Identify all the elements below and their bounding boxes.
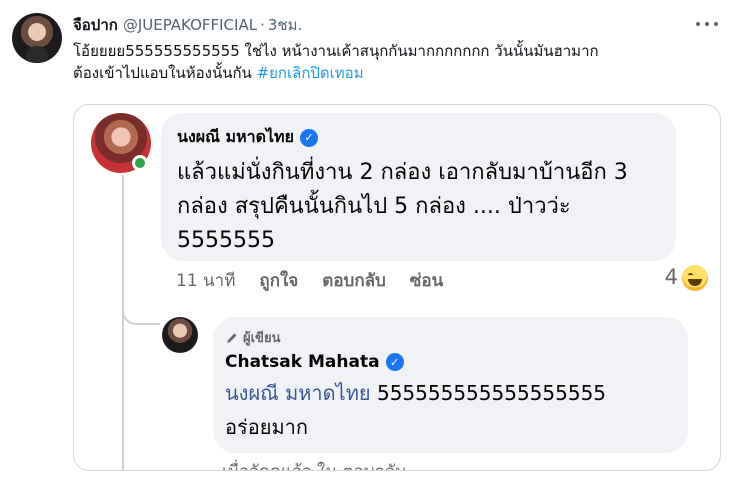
verified-badge-icon: ✓ bbox=[385, 353, 404, 371]
hashtag-link[interactable]: #ยกเลิกปิดเทอม bbox=[257, 64, 364, 82]
reply-author-name-row: Chatsak Mahata ✓ bbox=[225, 352, 676, 372]
tweet: จือปาก @JUEPAKOFFICIAL · 3ชม. โอ้ยยยย555… bbox=[0, 0, 732, 482]
reply-connector bbox=[122, 285, 160, 325]
comment-timestamp: 11 นาที bbox=[176, 271, 236, 291]
reply-action: ตอบกลับ bbox=[322, 271, 386, 291]
tweet-text-line1: โอ้ยยยย555555555555 ใช่ไง หน้างานเค้าสนุ… bbox=[73, 42, 599, 60]
tweet-text: โอ้ยยยย555555555555 ใช่ไง หน้างานเค้าสนุ… bbox=[73, 40, 718, 84]
reply-text-after-mention: 555555555555555555 bbox=[370, 381, 607, 405]
author-badge: ผู้เขียน bbox=[225, 327, 676, 348]
verified-badge-icon: ✓ bbox=[299, 128, 318, 147]
comment-text: แล้วแม่นั่งกินที่งาน 2 กล่อง เอากลับมาบ้… bbox=[177, 160, 628, 253]
commenter-name: นงผณี มหาดไทย bbox=[177, 127, 294, 146]
haha-reaction-icon bbox=[682, 265, 708, 291]
hide-action: ซ่อน bbox=[409, 271, 444, 291]
reply-author-avatar bbox=[162, 317, 198, 353]
mention-link: นงผณี มหาดไทย bbox=[225, 381, 371, 405]
like-action: ถูกใจ bbox=[259, 271, 299, 291]
reply-text: นงผณี มหาดไทย 555555555555555555 อร่อยมา… bbox=[225, 376, 676, 444]
author-handle[interactable]: @JUEPAKOFFICIAL bbox=[123, 16, 257, 34]
author-avatar[interactable] bbox=[12, 13, 62, 63]
cutoff-text: เมื่อวัดดูแล้ว ใน ตอบกลับ bbox=[222, 459, 406, 470]
reply-text-line2: อร่อยมาก bbox=[225, 415, 309, 439]
pen-icon bbox=[227, 333, 237, 343]
tweet-text-line2-prefix: ต้องเข้าไปแอบในห้องนั้นกัน bbox=[73, 64, 257, 82]
online-status-dot bbox=[132, 155, 148, 171]
separator-dot: · bbox=[260, 16, 265, 34]
comment-bubble: นงผณี มหาดไทย ✓ แล้วแม่นั่งกินที่งาน 2 ก… bbox=[161, 113, 676, 261]
attached-screenshot[interactable]: นงผณี มหาดไทย ✓ แล้วแม่นั่งกินที่งาน 2 ก… bbox=[73, 104, 721, 471]
author-badge-label: ผู้เขียน bbox=[243, 331, 281, 346]
more-horizontal-icon[interactable] bbox=[696, 16, 718, 32]
commenter-name-row: นงผณี มหาดไทย ✓ bbox=[177, 125, 660, 150]
thread-line bbox=[122, 175, 124, 470]
author-display-name[interactable]: จือปาก bbox=[73, 13, 118, 37]
reply-bubble: ผู้เขียน Chatsak Mahata ✓ นงผณี มหาดไทย … bbox=[213, 317, 688, 453]
tweet-text-line2: ต้องเข้าไปแอบในห้องนั้นกัน #ยกเลิกปิดเทอ… bbox=[73, 62, 718, 84]
tweet-time[interactable]: 3ชม. bbox=[268, 13, 302, 37]
reaction-count: 4 bbox=[664, 265, 678, 289]
reply-author-name: Chatsak Mahata bbox=[225, 352, 380, 372]
comment-actions: 11 นาที ถูกใจ ตอบกลับ ซ่อน bbox=[176, 267, 467, 294]
tweet-header: จือปาก @JUEPAKOFFICIAL · 3ชม. bbox=[73, 14, 302, 36]
